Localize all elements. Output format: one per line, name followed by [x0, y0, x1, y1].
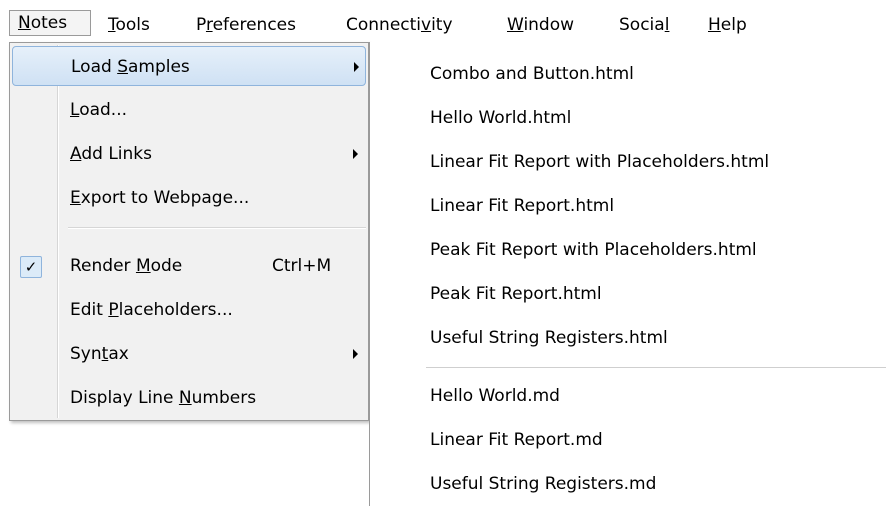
menu-item-label: Render Mode [70, 246, 182, 286]
checkmark-icon: ✓ [20, 256, 42, 278]
submenu-arrow-icon [353, 349, 358, 359]
menu-notes-label-post: otes [30, 13, 68, 33]
label-mnemonic: A [70, 144, 82, 164]
sample-item-linear-fit-report-md[interactable]: Linear Fit Report.md [430, 420, 603, 460]
menu-item-load[interactable]: Load... [12, 90, 366, 130]
sample-item-useful-string-registers-md[interactable]: Useful String Registers.md [430, 464, 656, 504]
menu-item-label: Syntax [70, 334, 129, 374]
menu-connectivity-mnemonic: v [421, 15, 432, 35]
menu-help-label-post: elp [720, 15, 747, 35]
label-post: dd Links [81, 144, 152, 164]
label-post: amples [127, 57, 190, 77]
menu-connectivity[interactable]: Connectivity [346, 12, 453, 38]
sample-item-useful-string-registers-html[interactable]: Useful String Registers.html [430, 318, 668, 358]
submenu-arrow-icon [353, 149, 358, 159]
menu-tools-mnemonic: T [108, 15, 116, 35]
menu-separator [68, 227, 366, 229]
menu-window-label-post: indow [523, 15, 575, 35]
label-mnemonic: N [178, 388, 192, 408]
submenu-arrow-icon [354, 62, 359, 72]
menu-item-label: Load Samples [71, 47, 190, 87]
menu-connectivity-label-pre: Connecti [346, 15, 422, 35]
menu-item-add-links[interactable]: Add Links [12, 134, 366, 174]
menu-item-label: Add Links [70, 134, 152, 174]
sample-item-peak-fit-report-with-placeholders-html[interactable]: Peak Fit Report with Placeholders.html [430, 230, 757, 270]
menu-item-label: Load... [70, 90, 127, 130]
label-post: ode [150, 256, 183, 276]
menu-notes-mnemonic: N [18, 13, 31, 33]
submenu-separator [426, 367, 886, 368]
menu-item-render-mode[interactable]: ✓ Render Mode Ctrl+M [12, 246, 366, 286]
label-mnemonic: P [108, 300, 119, 320]
menu-item-display-line-numbers[interactable]: Display Line Numbers [12, 378, 366, 418]
menu-item-export-to-webpage[interactable]: Export to Webpage... [12, 178, 366, 218]
menu-connectivity-label-post: ity [431, 15, 453, 35]
label-post: ax [108, 344, 129, 364]
label-pre: Display Line [70, 388, 179, 408]
sample-item-combo-and-button-html[interactable]: Combo and Button.html [430, 54, 634, 94]
menu-window-mnemonic: W [507, 15, 524, 35]
menu-notes[interactable]: Notes [9, 10, 91, 36]
label-pre: Syn [70, 344, 102, 364]
label-pre: Render [70, 256, 136, 276]
menu-item-label: Display Line Numbers [70, 378, 256, 418]
label-mnemonic: S [117, 57, 128, 77]
label-mnemonic: L [70, 100, 80, 120]
label-post: oad... [79, 100, 128, 120]
menu-preferences-mnemonic: r [205, 15, 213, 35]
menu-preferences-label-pre: P [196, 15, 206, 35]
menu-item-syntax[interactable]: Syntax [12, 334, 366, 374]
sample-item-hello-world-md[interactable]: Hello World.md [430, 376, 560, 416]
menu-preferences-label-post: eferences [212, 15, 296, 35]
menu-social-label-pre: Socia [619, 15, 665, 35]
menu-item-label: Export to Webpage... [70, 178, 249, 218]
menu-social-mnemonic: l [664, 15, 670, 35]
label-post: laceholders... [118, 300, 233, 320]
sample-item-peak-fit-report-html[interactable]: Peak Fit Report.html [430, 274, 602, 314]
notes-dropdown-menu: Load Samples Load... Add Links Export to… [9, 42, 369, 421]
menu-bar: Notes Tools Preferences Connectivity Win… [0, 0, 893, 42]
sample-item-hello-world-html[interactable]: Hello World.html [430, 98, 571, 138]
menu-preferences[interactable]: Preferences [196, 12, 296, 38]
menu-window[interactable]: Window [507, 12, 574, 38]
menu-item-edit-placeholders[interactable]: Edit Placeholders... [12, 290, 366, 330]
sample-item-linear-fit-report-with-placeholders-html[interactable]: Linear Fit Report with Placeholders.html [430, 142, 769, 182]
label-post: xport to Webpage... [80, 188, 250, 208]
label-post: umbers [191, 388, 257, 408]
load-samples-submenu: Combo and Button.html Hello World.html L… [369, 42, 893, 506]
menu-help[interactable]: Help [708, 12, 747, 38]
label-mnemonic: M [135, 256, 151, 276]
menu-item-label: Edit Placeholders... [70, 290, 233, 330]
label-mnemonic: E [70, 188, 81, 208]
menu-help-mnemonic: H [708, 15, 721, 35]
sample-item-linear-fit-report-html[interactable]: Linear Fit Report.html [430, 186, 614, 226]
menu-tools-label-post: ools [115, 15, 150, 35]
label-pre: Edit [70, 300, 109, 320]
menu-item-load-samples[interactable]: Load Samples [12, 46, 366, 86]
label-pre: Load [71, 57, 118, 77]
menu-social[interactable]: Social [619, 12, 669, 38]
menu-tools[interactable]: Tools [108, 12, 150, 38]
menu-item-shortcut: Ctrl+M [272, 256, 332, 276]
